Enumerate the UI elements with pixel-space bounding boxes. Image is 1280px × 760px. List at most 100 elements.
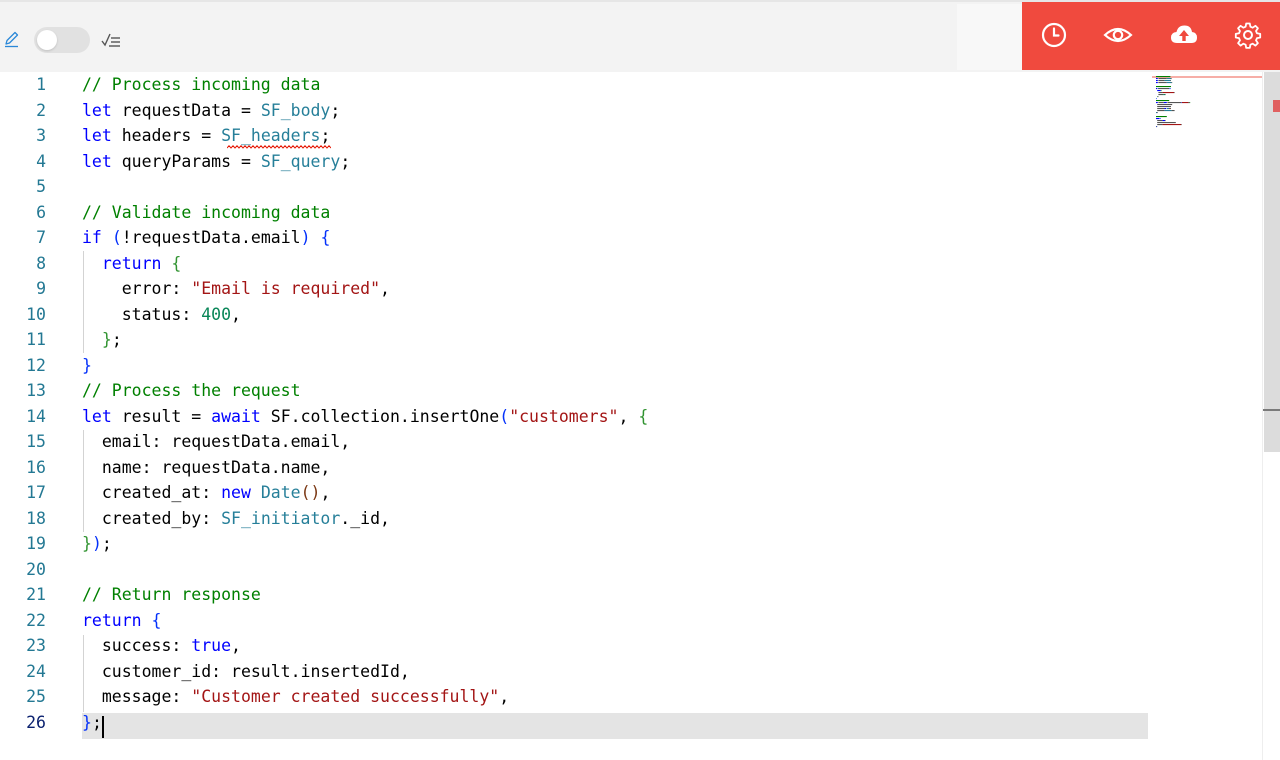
code-text: if (!requestData.email) { xyxy=(82,225,330,251)
code-token: "Email is required" xyxy=(191,279,381,298)
code-line[interactable]: 2 let requestData = SF_body; xyxy=(0,98,1262,124)
code-token: error: xyxy=(82,279,192,298)
minimap-token xyxy=(1165,120,1166,122)
code-token: } xyxy=(82,712,92,732)
code-line[interactable]: 11 }; xyxy=(0,327,1262,353)
minimap-token xyxy=(1167,102,1182,104)
code-text: }; xyxy=(82,710,102,736)
code-line[interactable]: 6 // Validate incoming data xyxy=(0,200,1262,226)
code-line[interactable]: 24 customer_id: result.insertedId, xyxy=(0,659,1262,685)
code-line[interactable]: 26}; xyxy=(0,710,1262,736)
deploy-button[interactable] xyxy=(1167,18,1201,52)
code-editor[interactable]: 1 // Process incoming data 2 let requestDat… xyxy=(0,72,1262,760)
code-token: // Return response xyxy=(82,585,261,604)
preview-button[interactable] xyxy=(1101,18,1135,52)
code-token: , xyxy=(231,636,241,655)
code-text: }); xyxy=(82,531,112,557)
code-line[interactable]: 9 error: "Email is required", xyxy=(0,276,1262,302)
code-text: // Return response xyxy=(82,582,261,608)
minimap-token xyxy=(1157,96,1158,98)
code-token: // Validate incoming data xyxy=(82,202,331,222)
code-token: "customers" xyxy=(509,406,619,426)
code-line[interactable]: 1 // Process incoming data xyxy=(0,72,1262,98)
line-number: 5 xyxy=(36,177,46,196)
minimap-token xyxy=(1156,88,1158,90)
minimap-token xyxy=(1156,116,1167,118)
code-line[interactable]: 7 if (!requestData.email) { xyxy=(0,225,1262,251)
toggle-switch[interactable] xyxy=(34,27,90,53)
code-line[interactable]: 3 let headers = SF_headers; xyxy=(0,123,1262,149)
minimap-token xyxy=(1156,126,1157,128)
code-line[interactable]: 18 created_by: SF_initiator._id, xyxy=(0,506,1262,532)
minimap-token xyxy=(1181,102,1182,104)
minimap-token xyxy=(1170,80,1171,82)
code-token: ._id, xyxy=(340,508,390,528)
line-number: 25 xyxy=(26,687,46,706)
line-number: 22 xyxy=(26,610,46,630)
code-text: status: 400, xyxy=(82,302,241,328)
code-token: await xyxy=(211,406,261,426)
vertical-scrollbar[interactable] xyxy=(1262,72,1280,760)
minimap-token xyxy=(1165,94,1166,96)
line-number: 17 xyxy=(26,483,46,502)
code-token: ; xyxy=(111,330,122,349)
code-line[interactable]: 12} xyxy=(0,353,1262,379)
code-line[interactable]: 20 xyxy=(0,557,1262,583)
minimap-token xyxy=(1169,88,1170,90)
minimap-token xyxy=(1171,82,1173,84)
line-number: 12 xyxy=(26,355,46,375)
pencil-icon[interactable] xyxy=(3,30,21,48)
minimap-token xyxy=(1164,108,1167,110)
minimap-token xyxy=(1158,94,1164,96)
code-line[interactable]: 25 message: "Customer created successful… xyxy=(0,684,1262,710)
minimap-token xyxy=(1156,86,1171,88)
clock-icon xyxy=(1041,22,1067,48)
code-line[interactable]: 5 xyxy=(0,174,1262,200)
code-line[interactable]: 14 let result = await SF.collection.inser… xyxy=(0,404,1262,430)
code-line[interactable]: 19}); xyxy=(0,531,1262,557)
minimap-token xyxy=(1157,120,1163,122)
line-number: 4 xyxy=(36,151,46,171)
minimap[interactable] xyxy=(1152,72,1262,132)
scrollbar-thumb[interactable] xyxy=(1264,72,1280,452)
code-line[interactable]: 13 // Process the request xyxy=(0,378,1262,404)
code-token: "Customer created successfully" xyxy=(191,687,500,706)
code-token: // Process incoming data xyxy=(82,75,321,94)
code-text: created_at: new Date(), xyxy=(82,480,331,506)
code-token: Date xyxy=(260,483,301,502)
minimap-token xyxy=(1166,108,1170,110)
minimap-token xyxy=(1156,102,1158,104)
minimap-token xyxy=(1164,110,1172,112)
gear-icon xyxy=(1234,22,1262,49)
code-line[interactable]: 4 let queryParams = SF_query; xyxy=(0,149,1262,175)
settings-button[interactable] xyxy=(1231,18,1265,52)
action-bar xyxy=(1022,2,1280,70)
minimap-token xyxy=(1157,124,1163,126)
line-number: 1 xyxy=(36,75,46,94)
code-token: ; xyxy=(91,712,102,732)
code-line[interactable]: 21 // Return response xyxy=(0,582,1262,608)
code-line[interactable]: 15 email: requestData.email, xyxy=(0,429,1262,455)
code-line[interactable]: 10 status: 400, xyxy=(0,302,1262,328)
code-token: , xyxy=(320,483,331,502)
code-text: success: true, xyxy=(82,633,241,659)
code-line[interactable]: 23 success: true, xyxy=(0,633,1262,659)
code-line[interactable]: 22 return { xyxy=(0,608,1262,634)
minimap-token xyxy=(1157,106,1171,108)
minimap-token xyxy=(1157,112,1158,114)
code-token: requestData = xyxy=(111,100,261,120)
history-button[interactable] xyxy=(1037,18,1071,52)
code-token: return xyxy=(82,253,162,273)
code-token: status: xyxy=(82,304,202,324)
code-text: name: requestData.name, xyxy=(82,455,331,481)
code-line[interactable]: 16 name: requestData.name, xyxy=(0,455,1262,481)
code-text: let result = await SF.collection.insertO… xyxy=(82,404,648,430)
code-token: true xyxy=(191,636,232,655)
code-line[interactable]: 8 return { xyxy=(0,251,1262,277)
minimap-token xyxy=(1156,112,1158,114)
checklist-icon[interactable] xyxy=(100,30,122,50)
code-line[interactable]: 17 created_at: new Date(), xyxy=(0,480,1262,506)
